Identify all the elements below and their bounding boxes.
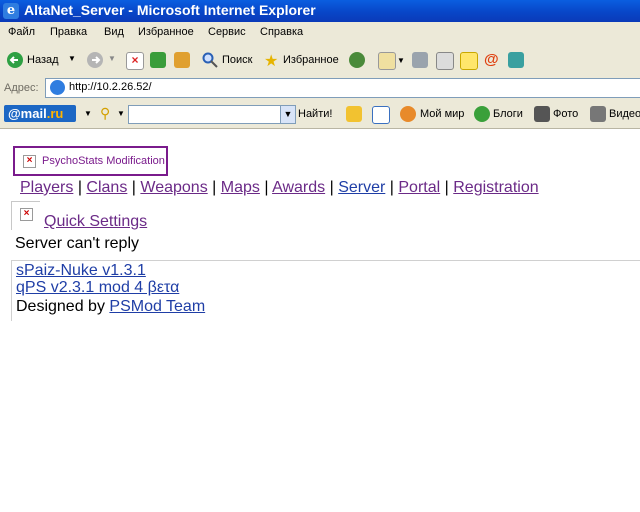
quick-settings-link[interactable]: Quick Settings <box>44 213 147 231</box>
edit-icon[interactable] <box>436 52 454 70</box>
stop-icon[interactable]: × <box>126 52 144 70</box>
broken-image-icon: × <box>20 208 33 221</box>
messenger-icon[interactable] <box>508 52 524 68</box>
mailru-logo[interactable]: @mail.ru <box>4 105 76 122</box>
favorites-button[interactable]: ★ Избранное <box>264 51 344 70</box>
mailru-find-button[interactable]: Найти! <box>298 108 332 120</box>
mail-dropdown-icon[interactable]: ▼ <box>397 56 405 65</box>
search-engine-dropdown-icon[interactable]: ▼ <box>117 109 125 118</box>
back-label: Назад <box>27 54 59 66</box>
nav-separator: | <box>444 179 449 196</box>
menu-file[interactable]: Файл <box>8 26 35 38</box>
menu-favorites[interactable]: Избранное <box>138 26 194 38</box>
favorites-label: Избранное <box>283 54 339 66</box>
video-icon <box>590 106 606 122</box>
search-label: Поиск <box>222 54 253 66</box>
nav-separator: | <box>389 179 394 196</box>
credits-block: sPaiz-Nuke v1.3.1 qPS v2.3.1 mod 4 βετα … <box>11 260 640 321</box>
search-engine-icon[interactable]: ⚲ <box>100 105 110 122</box>
menu-help[interactable]: Справка <box>260 26 303 38</box>
mailru-logo-mail: @mail <box>8 106 47 121</box>
spaiz-nuke-link[interactable]: sPaiz-Nuke v1.3.1 <box>16 262 146 279</box>
camera-icon <box>534 106 550 122</box>
mailru-search-input[interactable]: ▼ <box>128 105 296 124</box>
nav-awards[interactable]: Awards <box>272 179 325 196</box>
nav-separator: | <box>212 179 217 196</box>
nav-separator: | <box>77 179 82 196</box>
note-icon[interactable] <box>460 52 478 70</box>
highlight-icon[interactable] <box>346 106 362 122</box>
menu-tools[interactable]: Сервис <box>208 26 246 38</box>
my-world-icon <box>400 106 416 122</box>
mailru-toolbar: @mail.ru ▼ ⚲ ▼ ▼ Найти! Мой мир Блоги Фо… <box>0 100 640 129</box>
mailru-my-world[interactable]: Мой мир <box>420 108 464 120</box>
address-label: Адрес: <box>4 82 39 94</box>
page-find-icon[interactable] <box>372 106 390 124</box>
search-icon <box>202 52 218 68</box>
nav-registration[interactable]: Registration <box>453 179 538 196</box>
server-status-text: Server can't reply <box>15 235 139 252</box>
address-bar: Адрес: http://10.2.26.52/ <box>0 76 640 101</box>
at-icon[interactable]: @ <box>484 52 500 68</box>
page-content: × PsychoStats Modification Players | Cla… <box>0 129 640 512</box>
nav-clans[interactable]: Clans <box>86 179 127 196</box>
home-icon[interactable] <box>174 52 190 68</box>
mailru-logo-ru: .ru <box>46 106 64 121</box>
address-url: http://10.2.26.52/ <box>69 81 152 93</box>
nav-portal[interactable]: Portal <box>398 179 440 196</box>
back-button[interactable]: Назад ▼ <box>6 51 76 69</box>
window-title: AltaNet_Server - Microsoft Internet Expl… <box>24 2 316 18</box>
standard-toolbar: Назад ▼ ▼ × Поиск ★ Избранное ▼ @ <box>0 44 640 77</box>
window-title-bar: e AltaNet_Server - Microsoft Internet Ex… <box>0 0 640 22</box>
nav-server[interactable]: Server <box>338 179 385 196</box>
back-dropdown-icon[interactable]: ▼ <box>68 54 76 63</box>
history-icon[interactable] <box>349 52 365 68</box>
refresh-icon[interactable] <box>150 52 166 68</box>
forward-button[interactable]: ▼ <box>86 51 116 69</box>
nav-weapons[interactable]: Weapons <box>140 179 207 196</box>
nav-separator: | <box>329 179 334 196</box>
psychostats-logo-placeholder: × PsychoStats Modification <box>13 146 168 176</box>
forward-dropdown-icon[interactable]: ▼ <box>108 54 116 63</box>
designed-by-text: Designed by <box>16 298 110 315</box>
mailru-photo[interactable]: Фото <box>553 108 578 120</box>
psmod-team-link[interactable]: PSMod Team <box>109 298 205 315</box>
qps-link[interactable]: qPS v2.3.1 mod 4 βετα <box>16 279 179 296</box>
blogs-icon <box>474 106 490 122</box>
logo-alt-text: PsychoStats Modification <box>42 155 165 167</box>
address-input[interactable]: http://10.2.26.52/ <box>45 78 640 98</box>
nav-separator: | <box>264 179 269 196</box>
quick-settings-image-box: × <box>11 201 40 230</box>
mailru-menu-dropdown-icon[interactable]: ▼ <box>84 109 92 118</box>
mailru-blogs[interactable]: Блоги <box>493 108 523 120</box>
nav-separator: | <box>131 179 136 196</box>
page-icon <box>50 80 65 95</box>
search-history-dropdown-icon[interactable]: ▼ <box>280 106 295 123</box>
main-nav: Players | Clans | Weapons | Maps | Award… <box>20 179 539 197</box>
mail-icon[interactable] <box>378 52 396 70</box>
search-button[interactable]: Поиск <box>202 51 262 69</box>
menu-edit[interactable]: Правка <box>50 26 87 38</box>
star-icon: ★ <box>264 53 279 70</box>
print-icon[interactable] <box>412 52 428 68</box>
forward-arrow-icon <box>87 52 103 68</box>
back-arrow-icon <box>7 52 23 68</box>
menu-view[interactable]: Вид <box>104 26 124 38</box>
broken-image-icon: × <box>23 155 36 168</box>
ie-logo-icon: e <box>3 3 19 19</box>
mailru-video[interactable]: Видео <box>609 108 640 120</box>
menu-bar: Файл Правка Вид Избранное Сервис Справка <box>0 22 640 45</box>
nav-players[interactable]: Players <box>20 179 73 196</box>
nav-maps[interactable]: Maps <box>221 179 260 196</box>
